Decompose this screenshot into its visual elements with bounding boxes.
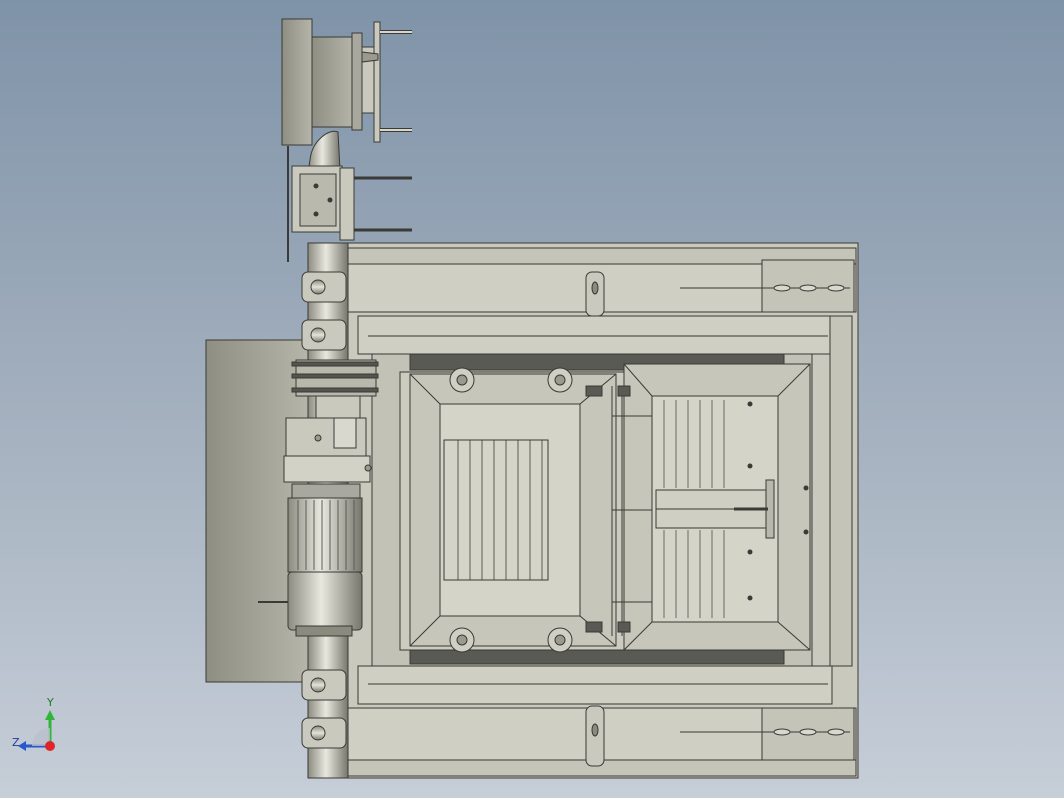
graphics-viewport[interactable]: Y Z xyxy=(0,0,1064,798)
z-axis-label: Z xyxy=(12,736,20,749)
triad-graphic xyxy=(18,710,55,751)
cad-model-top-view[interactable] xyxy=(0,0,1064,798)
gear-drive[interactable] xyxy=(283,359,379,483)
coordinate-triad: Y Z xyxy=(0,690,80,770)
top-motor-assembly[interactable] xyxy=(281,18,412,146)
drive-motor[interactable] xyxy=(287,483,363,637)
y-axis-label: Y xyxy=(47,696,54,709)
upper-bracket[interactable] xyxy=(287,130,412,262)
inner-carriage[interactable] xyxy=(371,353,813,667)
